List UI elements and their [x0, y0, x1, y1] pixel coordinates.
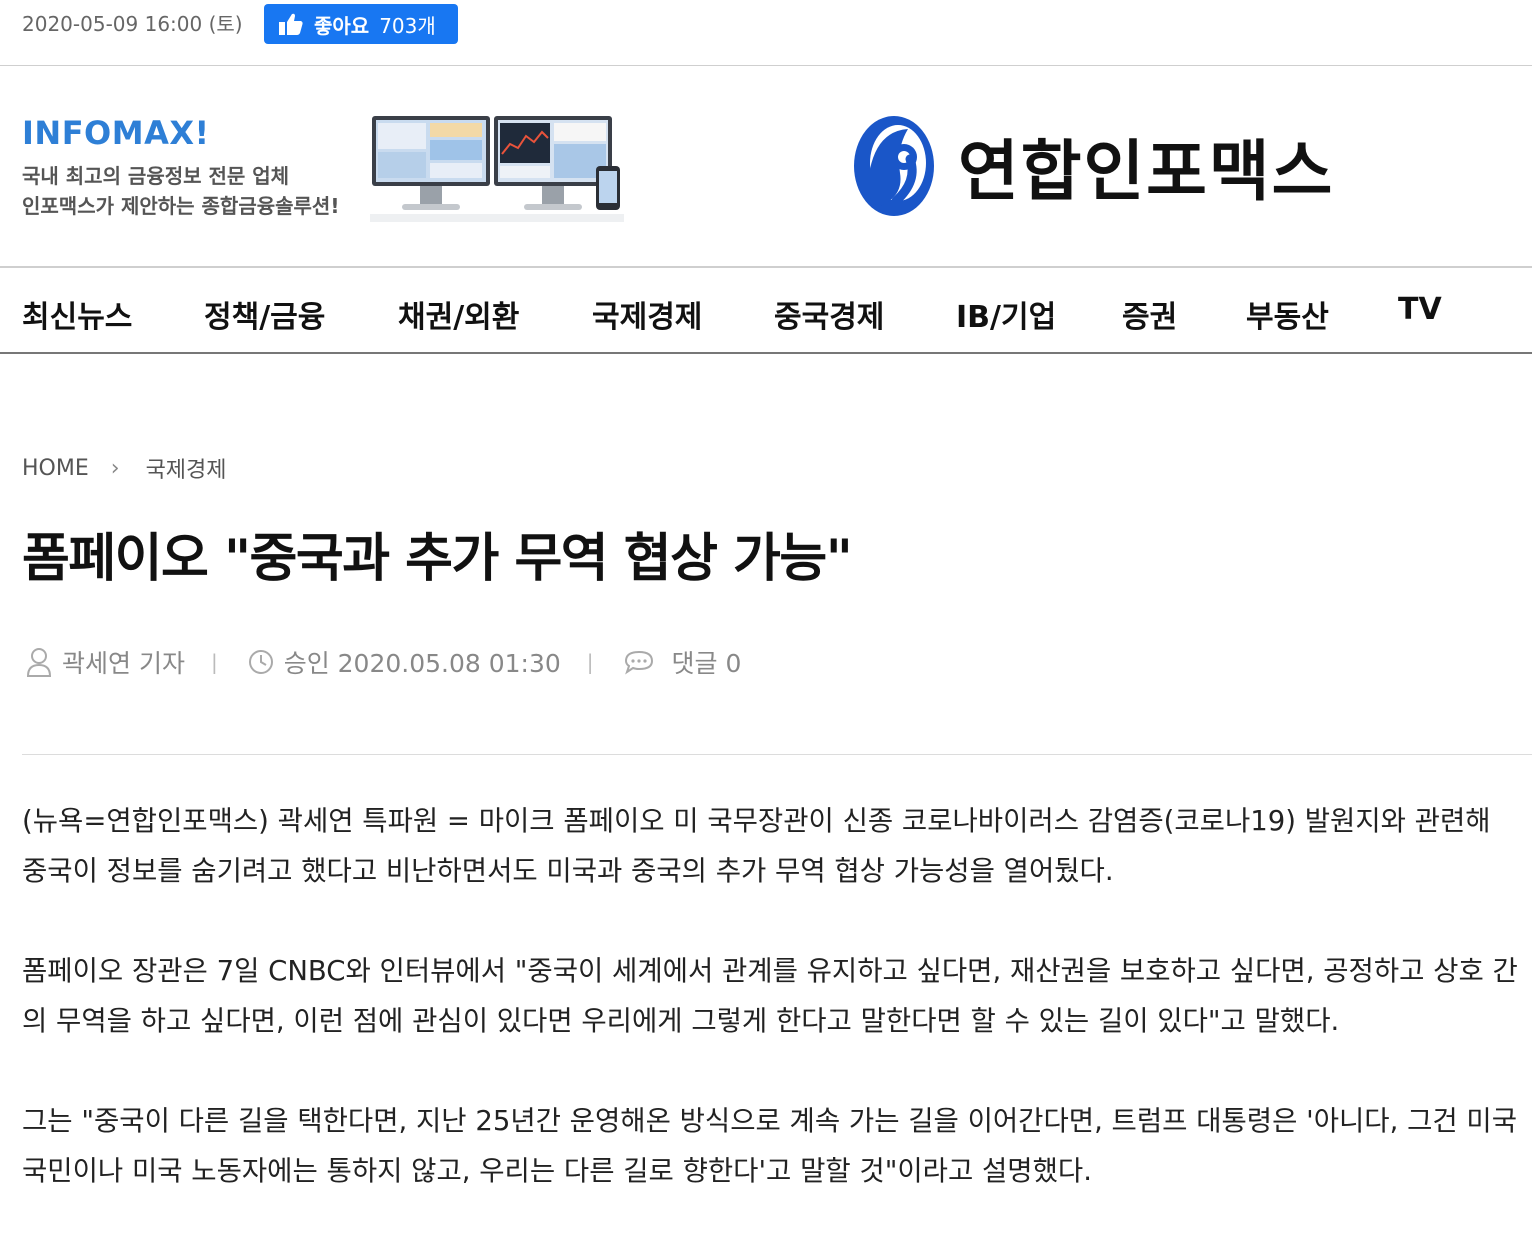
ad-line-2: 인포맥스가 제안하는 종합금융솔루션!: [22, 194, 340, 218]
site-logo[interactable]: 연합인포맥스: [848, 110, 1368, 222]
nav-item-tv[interactable]: TV: [1398, 292, 1442, 327]
nav-item-ib-corporate[interactable]: IB/기업: [956, 292, 1056, 336]
approval-time: 승인 2020.05.08 01:30: [283, 649, 561, 678]
site-header: INFOMAX! 국내 최고의 금융정보 전문 업체 인포맥스가 제안하는 종합…: [0, 66, 1532, 268]
comment-link[interactable]: 댓글 0: [624, 644, 742, 680]
nav-item-policy-finance[interactable]: 정책/금융: [204, 292, 325, 336]
logo-wordmark: 연합인포맥스: [958, 133, 1335, 210]
thumbs-up-icon: [279, 13, 303, 35]
article-body: (뉴욕=연합인포맥스) 곽세연 특파원 = 마이크 폼페이오 미 국무장관이 신…: [22, 796, 1522, 1246]
publish-date: 2020-05-09 16:00 (토): [22, 12, 243, 36]
breadcrumb-home[interactable]: HOME: [22, 456, 89, 481]
like-label: 좋아요: [314, 13, 370, 38]
article-paragraph: 폼페이오 장관은 7일 CNBC와 인터뷰에서 "중국이 세계에서 관계를 유지…: [22, 955, 1518, 1037]
comment-count: 댓글 0: [671, 649, 742, 678]
person-icon: [26, 648, 52, 677]
clock-icon: [248, 650, 273, 674]
content-divider: [22, 754, 1532, 755]
main-nav: 최신뉴스 정책/금융 채권/외환 국제경제 중국경제 IB/기업 증권 부동산 …: [0, 268, 1532, 354]
article-paragraph: (뉴욕=연합인포맥스) 곽세연 특파원 = 마이크 폼페이오 미 국무장관이 신…: [22, 805, 1491, 887]
infomax-ad-banner[interactable]: INFOMAX! 국내 최고의 금융정보 전문 업체 인포맥스가 제안하는 종합…: [22, 114, 624, 234]
ad-line-1: 국내 최고의 금융정보 전문 업체: [22, 164, 290, 188]
article-title: 폼페이오 "중국과 추가 무역 협상 가능": [22, 529, 853, 589]
article-byline: 곽세연 기자 | 승인 2020.05.08 01:30 | 댓글 0: [26, 644, 741, 680]
nav-item-stocks[interactable]: 증권: [1122, 292, 1177, 336]
nav-item-intl-economy[interactable]: 국제경제: [592, 292, 702, 336]
ad-title: INFOMAX!: [22, 114, 210, 152]
breadcrumb-current[interactable]: 국제경제: [146, 452, 227, 484]
like-count: 703개: [379, 13, 436, 38]
nav-item-bonds-fx[interactable]: 채권/외환: [398, 292, 519, 336]
facebook-like-button[interactable]: 좋아요 703개: [264, 4, 458, 44]
speech-bubble-icon: [624, 650, 653, 675]
byline-divider: |: [586, 650, 594, 674]
author-name: 곽세연 기자: [62, 649, 185, 678]
nav-item-latest-news[interactable]: 최신뉴스: [22, 292, 132, 336]
nav-item-real-estate[interactable]: 부동산: [1246, 292, 1329, 336]
chevron-right-icon: ›: [110, 455, 120, 481]
article-paragraph: 그는 "중국이 다른 길을 택한다면, 지난 25년간 운영해온 방식으로 계속…: [22, 1105, 1518, 1187]
breadcrumb: HOME › 국제경제: [22, 452, 227, 484]
monitors-image: [370, 116, 624, 222]
top-meta-bar: 2020-05-09 16:00 (토) 좋아요 703개: [0, 0, 1532, 66]
nav-item-china-economy[interactable]: 중국경제: [774, 292, 884, 336]
byline-divider: |: [210, 650, 218, 674]
yonhap-infomax-logo-icon: [854, 116, 934, 216]
